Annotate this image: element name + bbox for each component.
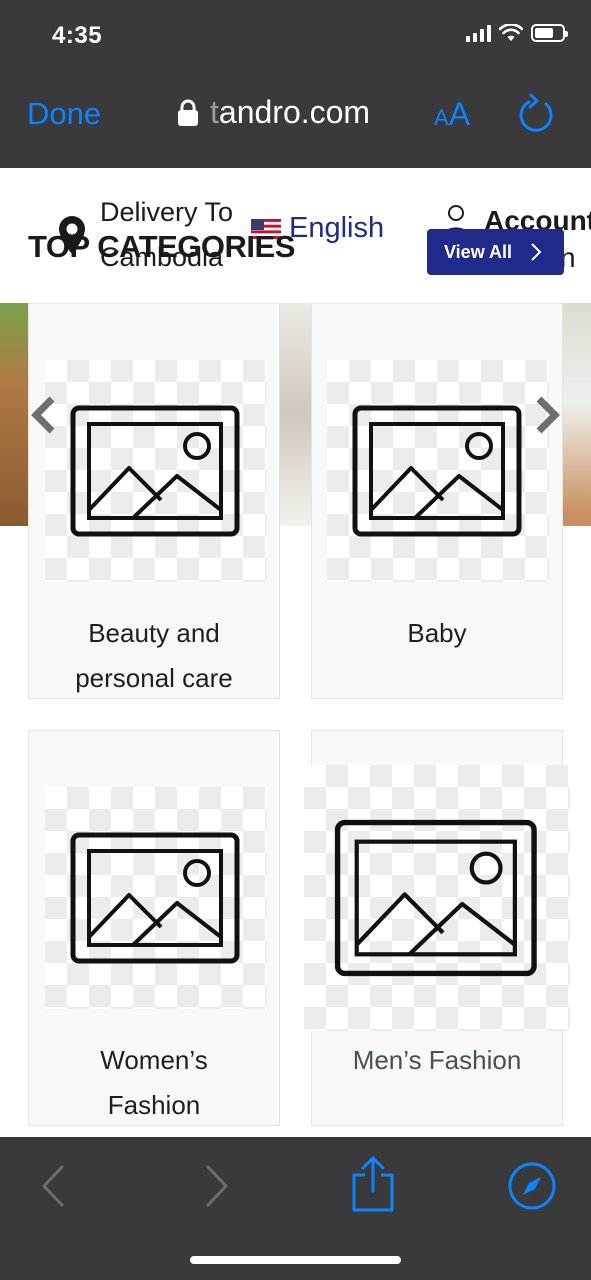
text-size-small: A: [434, 105, 449, 130]
category-card[interactable]: Beauty and personal care: [28, 303, 280, 699]
category-image: [327, 360, 549, 582]
forward-icon[interactable]: [204, 1165, 230, 1207]
category-image: [304, 765, 570, 1031]
category-card[interactable]: Baby: [311, 303, 563, 699]
text-size-button[interactable]: AA: [434, 96, 470, 133]
cellular-signal-icon: [466, 24, 491, 42]
done-button[interactable]: Done: [27, 96, 101, 132]
url-text-dim: t: [210, 94, 219, 130]
status-icons: [466, 24, 568, 42]
category-label-line2: Fashion: [107, 1090, 201, 1120]
address-bar[interactable]: tandro.com: [178, 94, 370, 131]
text-size-large: A: [448, 96, 471, 132]
image-placeholder-icon: [334, 819, 537, 977]
lock-icon: [178, 99, 198, 126]
category-image: [45, 360, 267, 582]
browser-top-bar: 4:35 Done tandro.com AA: [0, 0, 591, 168]
category-image: [45, 787, 267, 1009]
home-indicator: [190, 1256, 401, 1264]
status-time: 4:35: [52, 22, 103, 49]
category-label-line1: Beauty and: [88, 618, 220, 648]
image-placeholder-icon: [352, 405, 522, 537]
reload-icon[interactable]: [516, 92, 556, 136]
back-icon[interactable]: [40, 1165, 66, 1207]
image-placeholder-icon: [70, 832, 240, 964]
web-content: Delivery To Cambodia English Account n T…: [0, 168, 591, 1137]
category-card[interactable]: Men’s Fashion: [304, 730, 570, 1126]
image-placeholder-icon: [70, 405, 240, 537]
category-label-line1: Women’s: [100, 1045, 208, 1075]
chevron-right-icon[interactable]: [533, 395, 561, 435]
url-text-main: andro.com: [218, 94, 371, 130]
category-label-line1: Men’s Fashion: [352, 1045, 522, 1075]
chevron-left-icon[interactable]: [30, 395, 58, 435]
wifi-icon: [499, 24, 523, 41]
category-label-line2: personal care: [75, 663, 233, 693]
battery-icon: [531, 24, 568, 42]
compass-icon[interactable]: [507, 1161, 557, 1211]
share-icon[interactable]: [350, 1155, 396, 1213]
category-grid: Beauty and personal care Baby Women’s Fa…: [0, 168, 591, 1137]
url-text: tandro.com: [210, 94, 370, 131]
category-card[interactable]: Women’s Fashion: [28, 730, 280, 1126]
category-label-line1: Baby: [407, 618, 467, 648]
